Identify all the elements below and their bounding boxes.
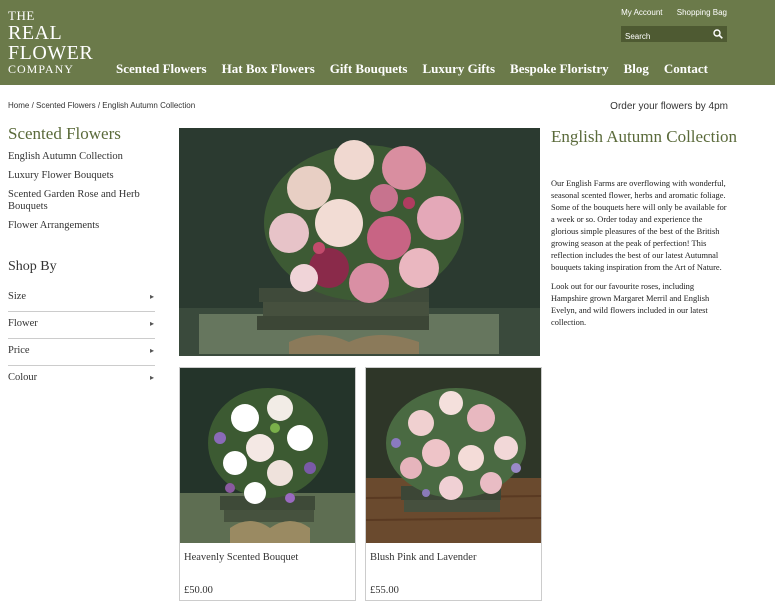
product-card[interactable]: Blush Pink and Lavender £55.00 (365, 367, 542, 601)
logo-line-1: THE (8, 8, 35, 23)
filter-colour-label: Colour (8, 372, 38, 383)
shop-by-title: Shop By (8, 259, 57, 274)
chevron-right-icon: ▸ (149, 319, 154, 328)
nav-blog[interactable]: Blog (624, 61, 649, 77)
collection-paragraph-2: Look out for our favourite roses, includ… (551, 282, 710, 327)
product-name[interactable]: Heavenly Scented Bouquet (184, 552, 298, 563)
filter-size[interactable]: Size ▸ (8, 285, 155, 312)
search-input[interactable] (621, 28, 706, 45)
sidebar-link-arrangements[interactable]: Flower Arrangements (8, 220, 158, 232)
product-name[interactable]: Blush Pink and Lavender (370, 552, 476, 563)
nav-gift-bouquets[interactable]: Gift Bouquets (330, 61, 408, 77)
breadcrumb[interactable]: Home / Scented Flowers / English Autumn … (8, 101, 195, 110)
filter-colour[interactable]: Colour ▸ (8, 366, 155, 393)
order-note: Order your flowers by 4pm (610, 101, 728, 112)
chevron-right-icon: ▸ (149, 292, 154, 301)
my-account-link[interactable]: My Account (621, 8, 662, 17)
collection-hero-image (179, 128, 540, 356)
product-price: £55.00 (370, 585, 399, 596)
collection-paragraph-1: Our English Farms are overflowing with w… (551, 179, 727, 272)
logo-line-4: COMPANY (8, 62, 74, 76)
product-image[interactable] (366, 368, 541, 543)
chevron-right-icon: ▸ (149, 373, 154, 382)
sidebar-link-english-autumn[interactable]: English Autumn Collection (8, 151, 158, 163)
filter-price-label: Price (8, 345, 30, 356)
product-price: £50.00 (184, 585, 213, 596)
logo[interactable]: THE REAL FLOWER COMPANY (8, 9, 93, 75)
search-icon[interactable] (713, 29, 723, 39)
sidebar-link-luxury-bouquets[interactable]: Luxury Flower Bouquets (8, 170, 158, 182)
nav-scented-flowers[interactable]: Scented Flowers (116, 61, 207, 77)
main-nav: Scented Flowers Hat Box Flowers Gift Bou… (116, 61, 723, 77)
nav-hat-box-flowers[interactable]: Hat Box Flowers (222, 61, 315, 77)
nav-luxury-gifts[interactable]: Luxury Gifts (422, 61, 495, 77)
top-links: My Account Shopping Bag (609, 8, 727, 17)
filter-size-label: Size (8, 291, 27, 302)
sidebar-title: Scented Flowers (8, 124, 121, 143)
product-card[interactable]: Heavenly Scented Bouquet £50.00 (179, 367, 356, 601)
filter-flower[interactable]: Flower ▸ (8, 312, 155, 339)
filter-price[interactable]: Price ▸ (8, 339, 155, 366)
logo-line-3: FLOWER (8, 42, 94, 64)
collection-description: Our English Farms are overflowing with w… (551, 178, 731, 336)
shopping-bag-link[interactable]: Shopping Bag (677, 8, 727, 17)
search-box (621, 26, 727, 45)
chevron-right-icon: ▸ (149, 346, 154, 355)
sidebar-links: English Autumn Collection Luxury Flower … (8, 151, 158, 239)
nav-bespoke-floristry[interactable]: Bespoke Floristry (510, 61, 609, 77)
site-header: THE REAL FLOWER COMPANY My Account Shopp… (0, 0, 775, 85)
filter-flower-label: Flower (8, 318, 38, 329)
collection-title: English Autumn Collection (551, 127, 738, 146)
nav-contact[interactable]: Contact (664, 61, 708, 77)
product-image[interactable] (180, 368, 355, 543)
logo-line-2: REAL (8, 22, 63, 44)
sidebar-link-garden-rose-herb[interactable]: Scented Garden Rose and Herb Bouquets (8, 189, 158, 213)
filter-list: Size ▸ Flower ▸ Price ▸ Colour ▸ (8, 285, 155, 393)
